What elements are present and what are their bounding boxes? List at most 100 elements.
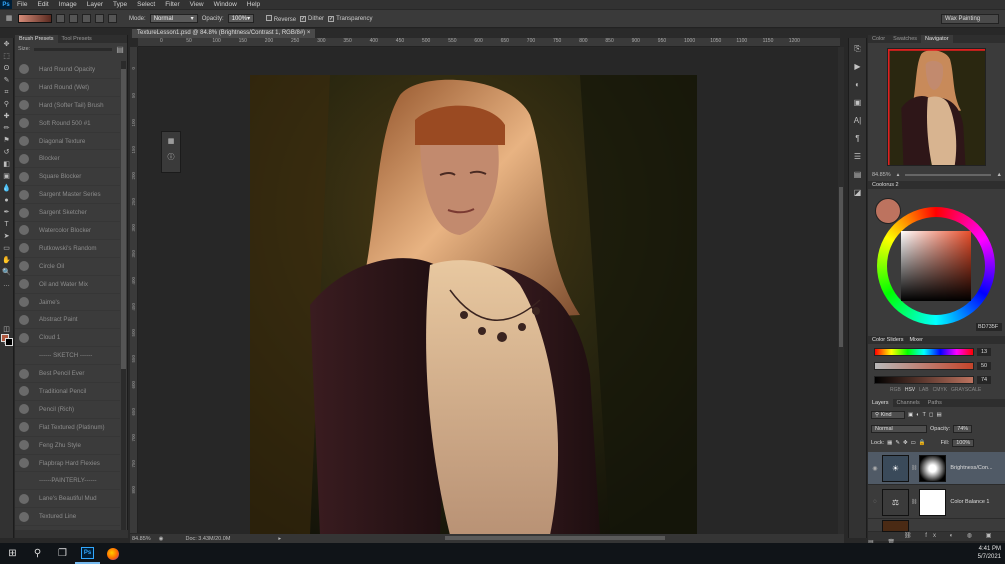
brush-preset-item[interactable]: Traditional Pencil <box>15 383 120 401</box>
brush-preset-item[interactable]: Abstract Paint <box>15 311 120 330</box>
filter-smart-icon[interactable]: ▤ <box>936 412 941 418</box>
hue-value[interactable]: 13 <box>977 348 991 356</box>
menu-select[interactable]: Select <box>132 0 160 9</box>
color-wheel[interactable] <box>877 207 995 325</box>
opacity-input[interactable]: 100% ▾ <box>227 14 254 23</box>
brush-preset-item[interactable]: Soft Round 500 #1 <box>15 115 120 133</box>
saturation-slider[interactable] <box>874 362 974 370</box>
lock-paint-icon[interactable]: ✎ <box>895 440 900 446</box>
brush-preset-item[interactable]: Best Pencil Ever <box>15 365 120 384</box>
gradient-reflected-button[interactable] <box>95 14 104 23</box>
lasso-tool-icon[interactable]: ʘ <box>1 63 13 74</box>
saturation-value[interactable]: 50 <box>977 362 991 370</box>
zoom-level[interactable]: 84.85% <box>132 536 151 542</box>
brush-preset-item[interactable]: Sargent Sketcher <box>15 204 120 223</box>
menu-edit[interactable]: Edit <box>32 0 53 9</box>
brush-preset-item[interactable]: Hard (Softer Tail) Brush <box>15 97 120 115</box>
layer-row[interactable]: ◉ ☀ ⛓ Brightness/Con... <box>868 452 1005 485</box>
filter-adjustment-icon[interactable]: ◐ <box>916 412 919 418</box>
mode-hsv[interactable]: HSV <box>905 387 915 393</box>
tab-tool-presets[interactable]: Tool Presets <box>58 35 96 43</box>
dodge-tool-icon[interactable]: ● <box>1 195 13 206</box>
gradient-tool-icon[interactable]: ▣ <box>1 171 13 182</box>
brush-tool-icon[interactable]: ✏ <box>1 123 13 134</box>
filter-shape-icon[interactable]: ◻ <box>929 412 934 418</box>
taskbar-firefox[interactable] <box>100 543 125 564</box>
navigator-zoom-slider[interactable] <box>905 174 991 176</box>
stamp-tool-icon[interactable]: ⚑ <box>1 135 13 146</box>
system-clock[interactable]: 4:41 PM 5/7/2021 <box>978 545 1001 561</box>
zoom-in-icon[interactable]: ▲ <box>997 172 1002 178</box>
marquee-tool-icon[interactable]: ⬚ <box>1 51 13 62</box>
menu-view[interactable]: View <box>185 0 209 9</box>
windows-start-icon[interactable]: ⊞ <box>0 543 25 564</box>
menu-filter[interactable]: Filter <box>160 0 184 9</box>
brush-preset-item[interactable]: Hard Round Opacity <box>15 61 120 79</box>
brush-preset-item[interactable]: Hard Round (Wet) <box>15 79 120 97</box>
canvas-area[interactable]: ▦ ⓘ <box>138 48 838 534</box>
vertical-ruler[interactable]: 0 50 100 150 200 250 300 350 400 450 500 550 600 650 7… <box>130 47 138 533</box>
tab-navigator[interactable]: Navigator <box>921 35 953 43</box>
mode-rgb[interactable]: RGB <box>890 387 901 393</box>
clone-source-icon[interactable]: ▣ <box>852 98 864 110</box>
workspace-select[interactable]: Wax Painting <box>941 14 999 24</box>
menu-layer[interactable]: Layer <box>82 0 108 9</box>
tab-swatches[interactable]: Swatches <box>889 35 921 43</box>
canvas-vertical-scrollbar[interactable] <box>838 47 844 534</box>
navigator-zoom-value[interactable]: 84.85% <box>872 172 891 178</box>
mode-lab[interactable]: LAB <box>919 387 928 393</box>
mode-select[interactable]: Normal ▾ <box>149 14 198 23</box>
layer-name[interactable]: Brightness/Con... <box>950 465 992 471</box>
tab-brush-presets[interactable]: Brush Presets <box>15 35 58 43</box>
layer-opacity-input[interactable]: 74% <box>953 424 973 433</box>
move-tool-icon[interactable]: ✥ <box>1 39 13 50</box>
pen-tool-icon[interactable]: ✒ <box>1 207 13 218</box>
lock-position-icon[interactable]: ✥ <box>903 440 908 446</box>
zoom-out-icon[interactable]: ▴ <box>897 172 900 178</box>
hex-value[interactable]: BD735F <box>976 323 1002 331</box>
hue-slider[interactable] <box>874 348 974 356</box>
menu-help[interactable]: Help <box>242 0 265 9</box>
brush-settings-icon[interactable]: ◐ <box>852 80 864 92</box>
dither-checkbox[interactable]: ✓ Dither <box>300 15 324 22</box>
brush-preset-item[interactable]: ------PAINTERLY------ <box>15 472 120 491</box>
brush-preset-item[interactable]: Rutkowski's Random <box>15 240 120 258</box>
gradient-picker[interactable] <box>18 14 52 23</box>
gradient-tool-icon[interactable]: ▦ <box>4 13 14 24</box>
lock-artboard-icon[interactable]: ▭ <box>911 440 916 446</box>
share-icon[interactable]: ◉ <box>159 536 164 542</box>
gradient-radial-button[interactable] <box>69 14 78 23</box>
lock-all-icon[interactable]: 🔒 <box>919 440 926 446</box>
history-icon[interactable]: ⎘ <box>852 44 864 56</box>
horizontal-ruler[interactable]: 0 50 100 150 200 250 300 350 400 450 500 550 600 650 7… <box>138 38 840 47</box>
brush-preset-item[interactable]: Flat Textured (Platinum) <box>15 419 120 437</box>
visibility-eye-icon[interactable]: ◌ <box>868 499 882 505</box>
canvas-horizontal-scrollbar[interactable] <box>445 536 665 540</box>
lock-transparent-icon[interactable]: ▦ <box>887 440 892 446</box>
gradient-diamond-button[interactable] <box>108 14 117 23</box>
visibility-eye-icon[interactable]: ◉ <box>868 465 882 472</box>
fill-input[interactable]: 100% <box>952 438 975 447</box>
brush-preset-item[interactable]: Cloud 1 <box>15 329 120 348</box>
more-tools-icon[interactable]: … <box>1 279 13 290</box>
painting-canvas[interactable] <box>250 75 697 534</box>
navigator-thumbnail[interactable] <box>887 48 986 166</box>
size-slider[interactable] <box>34 47 113 51</box>
menu-window[interactable]: Window <box>209 0 242 9</box>
brush-preset-item[interactable]: Oil and Water Mix <box>15 276 120 294</box>
history-brush-icon[interactable]: ↺ <box>1 147 13 158</box>
adjustments-icon[interactable]: ◪ <box>852 188 864 200</box>
tab-color-sliders[interactable]: Color Sliders <box>872 336 903 344</box>
layer-mask-thumbnail[interactable] <box>919 454 947 482</box>
filter-type-icon[interactable]: T <box>923 412 926 418</box>
transparency-checkbox[interactable]: ✓ Transparency <box>328 15 373 22</box>
tab-channels[interactable]: Channels <box>893 399 924 407</box>
background-color-swatch[interactable] <box>5 338 13 346</box>
hand-tool-icon[interactable]: ✋ <box>1 255 13 266</box>
brush-preset-item[interactable]: Pencil (Rich) <box>15 401 120 419</box>
blur-tool-icon[interactable]: 💧 <box>1 183 13 194</box>
histogram-icon[interactable]: ▦ <box>165 137 177 147</box>
brush-preset-item[interactable]: Flapbrap Hard Flexies <box>15 455 120 473</box>
eyedropper-tool-icon[interactable]: ⚲ <box>1 99 13 110</box>
eraser-tool-icon[interactable]: ◧ <box>1 159 13 170</box>
